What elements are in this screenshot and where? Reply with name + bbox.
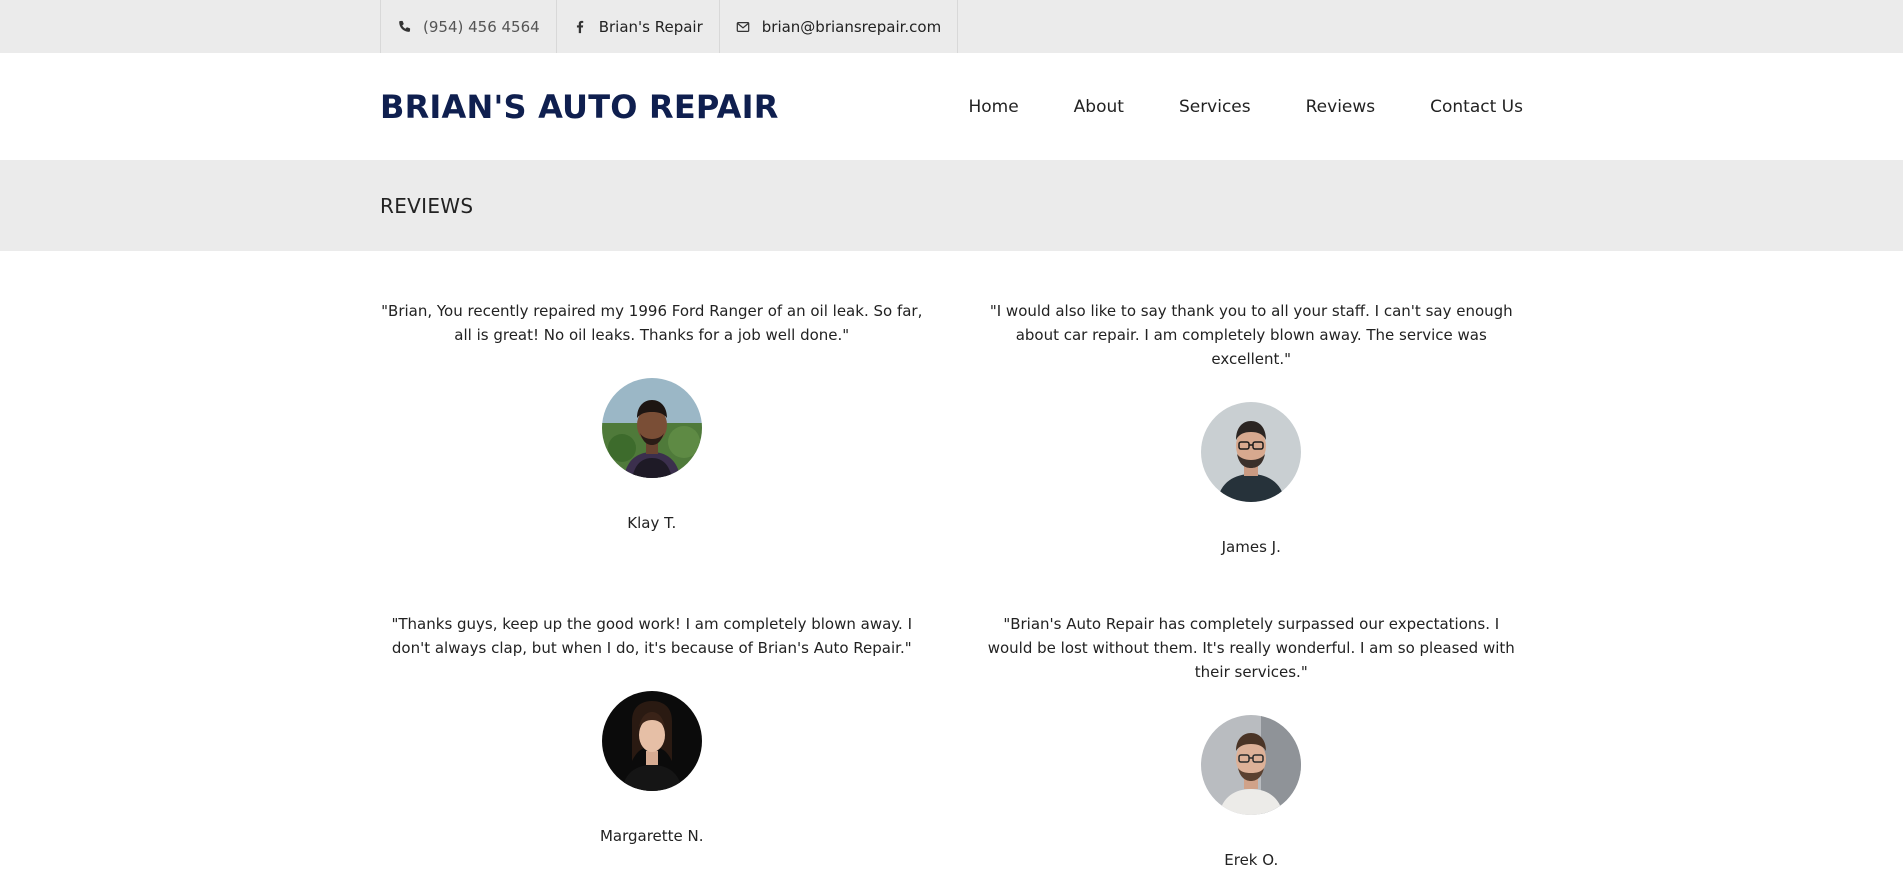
- phone-number: (954) 456 4564: [423, 17, 540, 36]
- facebook-link[interactable]: Brian's Repair: [555, 0, 719, 53]
- review-quote: "I would also like to say thank you to a…: [989, 302, 1513, 368]
- nav-home[interactable]: Home: [968, 97, 1018, 117]
- reviews-section: "Brian, You recently repaired my 1996 Fo…: [0, 251, 1903, 869]
- site-header: BRIAN'S AUTO REPAIR Home About Services …: [0, 53, 1903, 160]
- nav-contact-us[interactable]: Contact Us: [1430, 97, 1523, 117]
- email-link[interactable]: brian@briansrepair.com: [718, 0, 959, 53]
- review-card: "Brian's Auto Repair has completely surp…: [980, 612, 1524, 869]
- nav-services[interactable]: Services: [1179, 97, 1251, 117]
- review-card: "I would also like to say thank you to a…: [980, 299, 1524, 556]
- top-contact-bar: (954) 456 4564 Brian's Repair brian@bria…: [0, 0, 1903, 53]
- envelope-icon: [736, 20, 750, 34]
- review-quote: "Thanks guys, keep up the good work! I a…: [391, 615, 913, 657]
- review-quote: "Brian's Auto Repair has completely surp…: [987, 615, 1515, 681]
- reviewer-avatar: [1201, 402, 1302, 502]
- main-nav: Home About Services Reviews Contact Us: [968, 97, 1523, 117]
- review-card: "Thanks guys, keep up the good work! I a…: [380, 612, 924, 869]
- reviewer-name: Klay T.: [627, 514, 677, 532]
- reviewer-avatar: [601, 378, 702, 478]
- reviewer-name: Erek O.: [1224, 851, 1279, 869]
- reviewer-name: Margarette N.: [599, 827, 704, 845]
- page-title-band: REVIEWS: [0, 160, 1903, 251]
- email-address: brian@briansrepair.com: [761, 17, 942, 36]
- reviewer-avatar: [1201, 715, 1302, 815]
- page-title: REVIEWS: [380, 193, 474, 218]
- reviewer-avatar: [601, 691, 702, 791]
- reviewer-name: James J.: [1221, 538, 1281, 556]
- review-card: "Brian, You recently repaired my 1996 Fo…: [380, 299, 924, 556]
- review-quote: "Brian, You recently repaired my 1996 Fo…: [381, 302, 923, 344]
- nav-about[interactable]: About: [1074, 97, 1124, 117]
- site-logo[interactable]: BRIAN'S AUTO REPAIR: [380, 88, 779, 126]
- phone-link[interactable]: (954) 456 4564: [380, 0, 556, 53]
- facebook-icon: [573, 20, 587, 34]
- facebook-label: Brian's Repair: [598, 17, 703, 36]
- phone-icon: [397, 20, 411, 34]
- nav-reviews[interactable]: Reviews: [1306, 97, 1376, 117]
